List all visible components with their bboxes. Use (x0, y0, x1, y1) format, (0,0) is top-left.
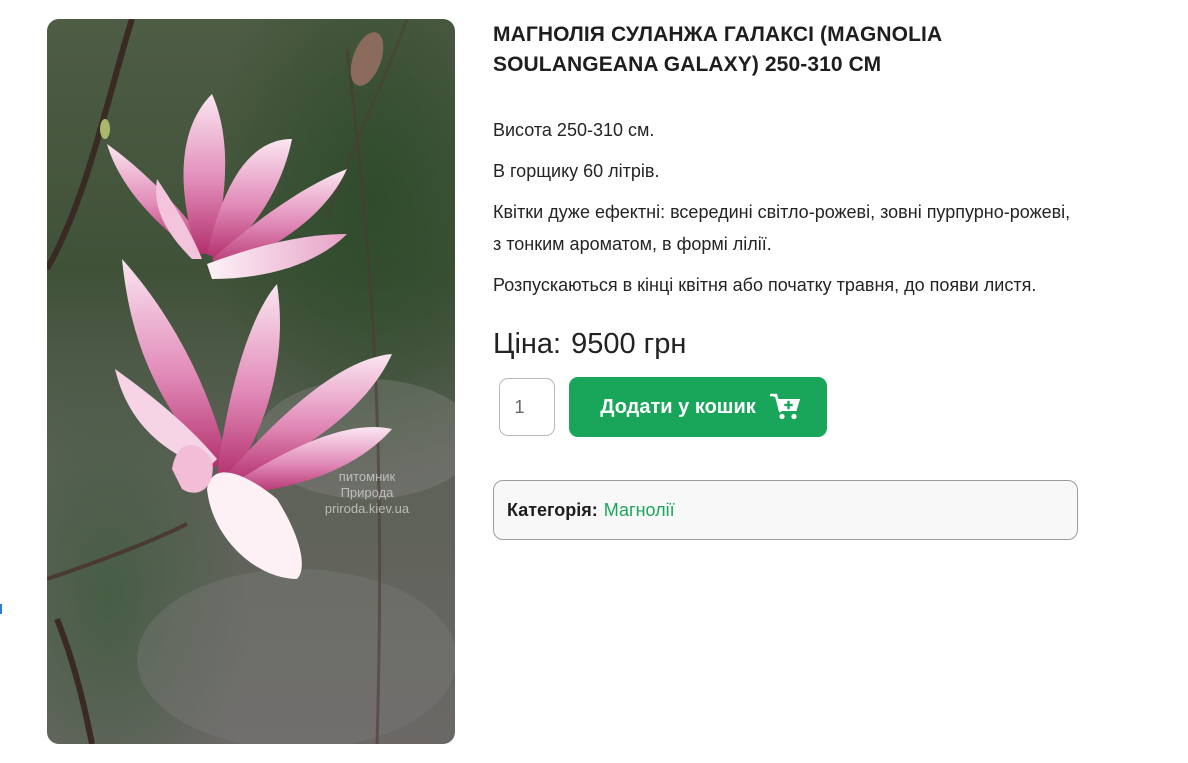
watermark-line-2: Природа (341, 485, 395, 500)
category-link[interactable]: Магнолії (604, 500, 675, 521)
product-summary: МАГНОЛІЯ СУЛАНЖА ГАЛАКСІ (MAGNOLIA SOULA… (493, 20, 1078, 540)
add-to-cart-button[interactable]: Додати у кошик (569, 377, 827, 437)
product-image[interactable]: питомник Природа priroda.kiev.ua (47, 19, 455, 744)
description-line: Квітки дуже ефектні: всередині світло-ро… (493, 202, 1071, 254)
magnolia-photo: питомник Природа priroda.kiev.ua (47, 19, 455, 744)
price: Ціна: 9500 грн (493, 326, 1078, 362)
product-meta: Категорія: Магнолії (493, 480, 1078, 540)
price-label: Ціна: (493, 328, 562, 360)
add-to-cart-label: Додати у кошик (600, 395, 756, 418)
quantity-input[interactable] (499, 378, 555, 436)
description-line: В горщику 60 літрів. (493, 161, 660, 181)
edge-marker (0, 604, 2, 614)
watermark-line-3: priroda.kiev.ua (325, 501, 410, 516)
cart-plus-icon (769, 393, 802, 421)
product-title: МАГНОЛІЯ СУЛАНЖА ГАЛАКСІ (MAGNOLIA SOULA… (493, 23, 942, 76)
product-description: Висота 250-310 см. В горщику 60 літрів. … (493, 114, 1078, 301)
category-label: Категорія: (507, 499, 598, 520)
description-line: Висота 250-310 см. (493, 120, 655, 140)
price-value: 9500 грн (571, 328, 687, 360)
add-to-cart-form: Додати у кошик (493, 377, 1078, 437)
description-line: Розпускаються в кінці квітня або початку… (493, 275, 1037, 295)
watermark-line-1: питомник (339, 469, 396, 484)
